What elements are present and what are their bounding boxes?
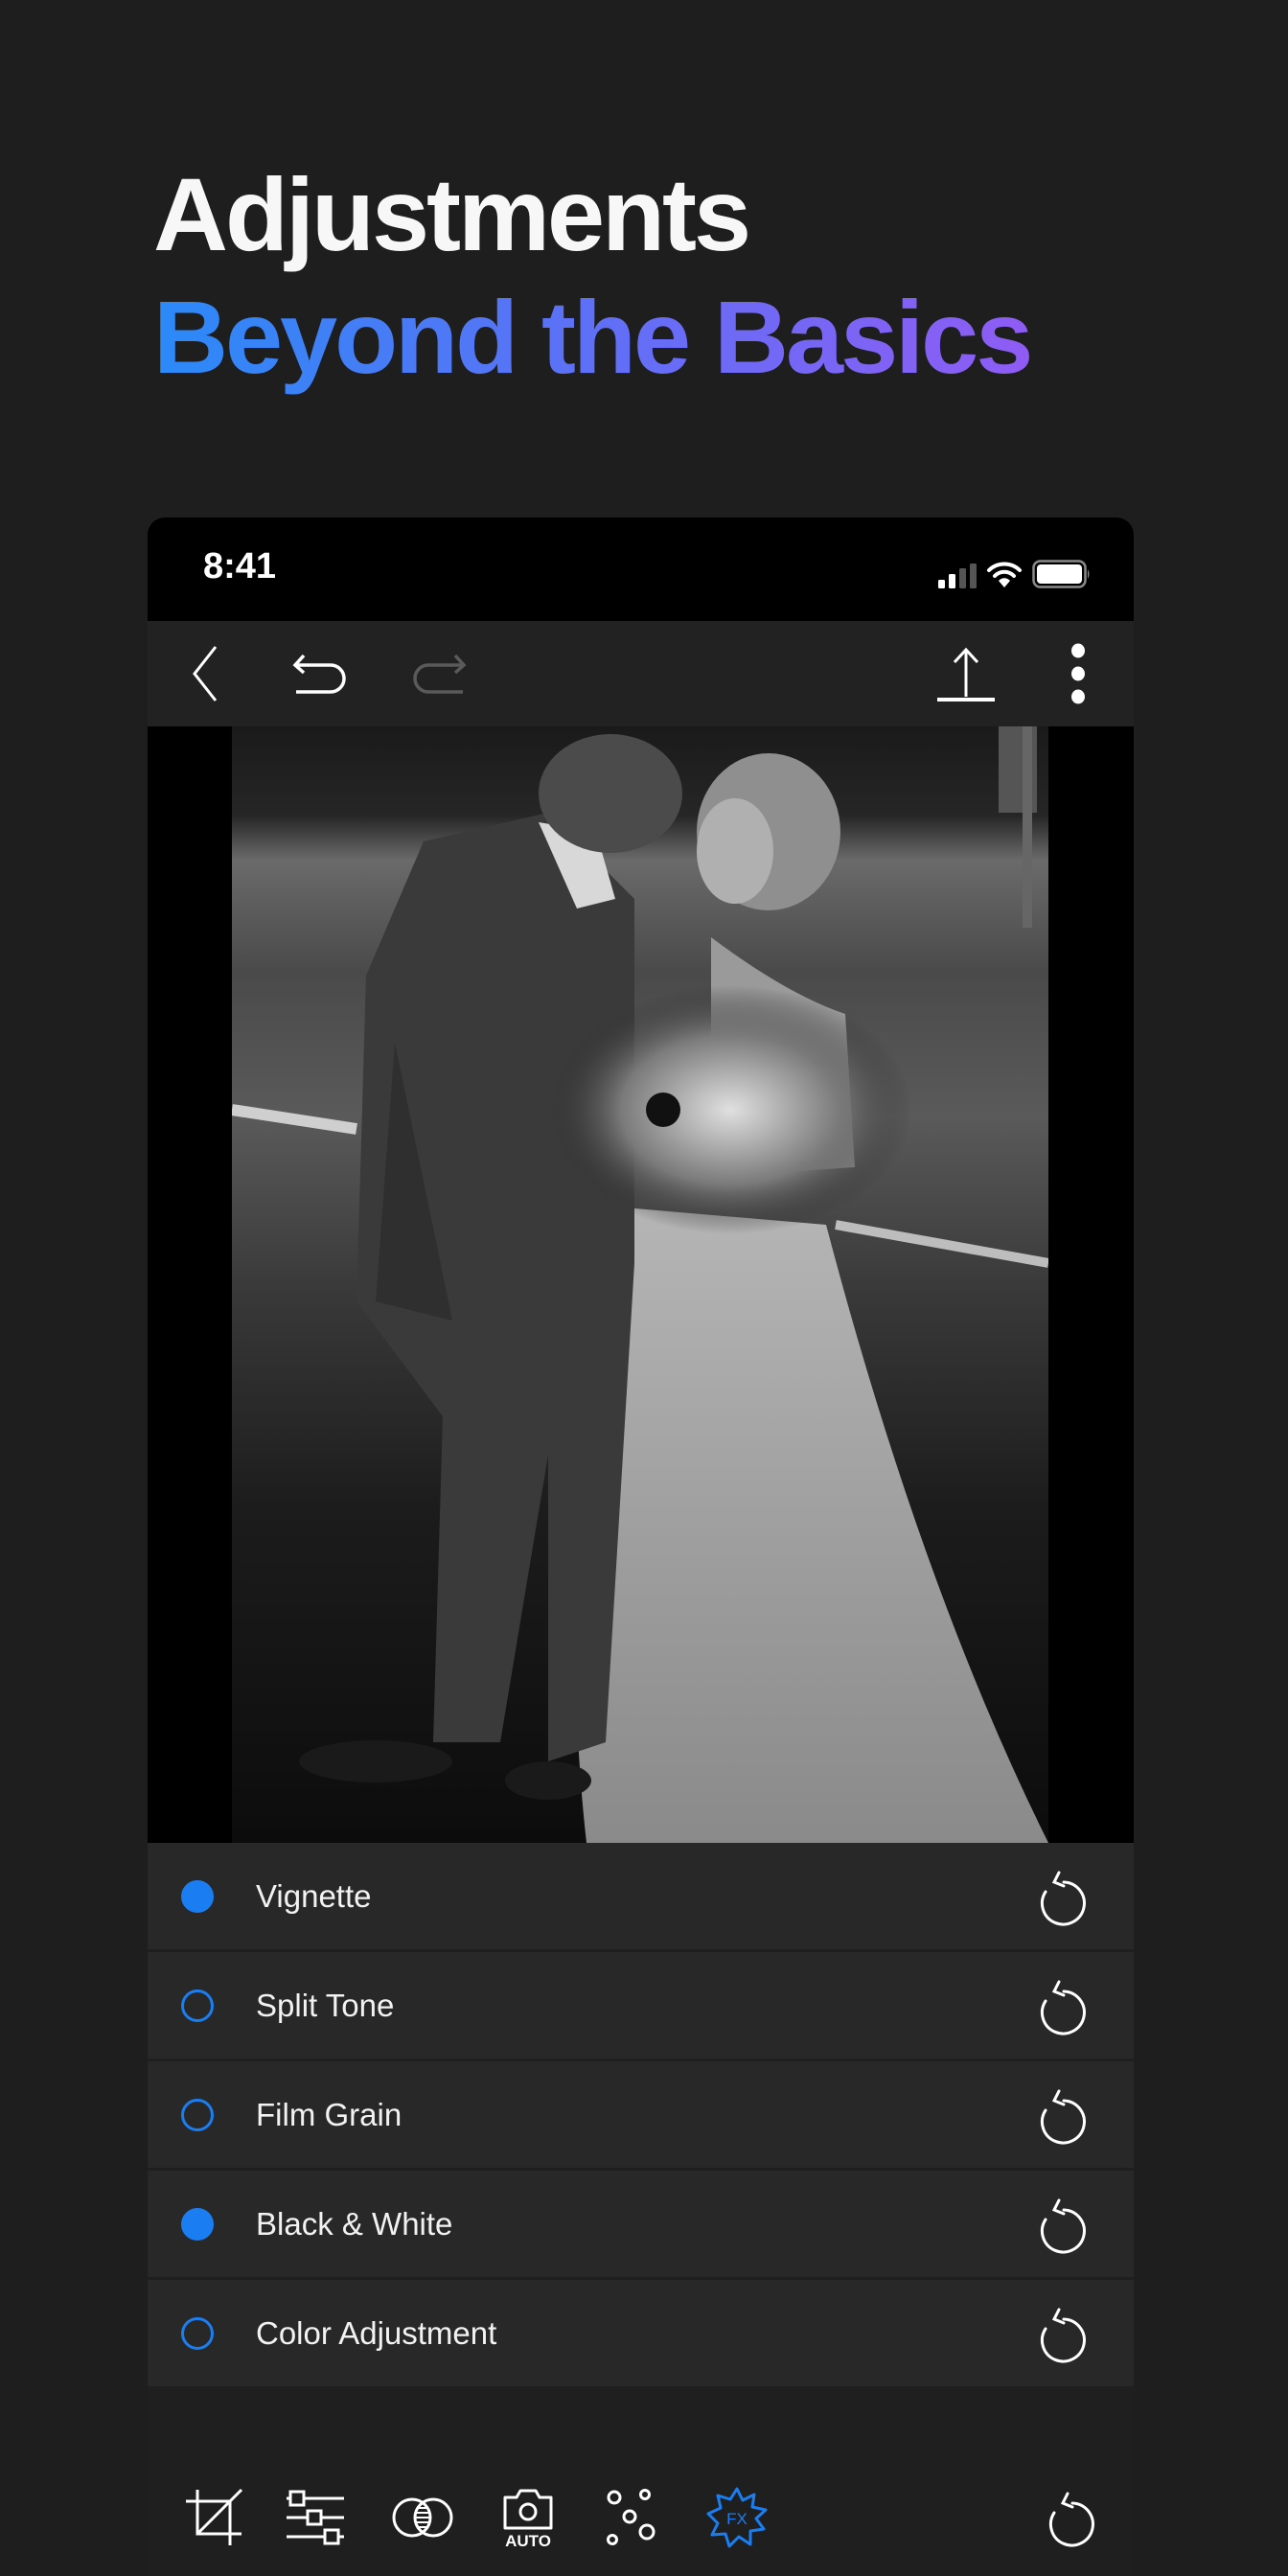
adjustment-row-split-tone[interactable]: Split Tone <box>148 1952 1134 2058</box>
auto-tool-button[interactable]: AUTO <box>494 2484 562 2551</box>
wedding-photo-image <box>232 726 1048 1843</box>
reset-icon[interactable] <box>1030 2085 1086 2145</box>
adjustment-label: Split Tone <box>256 1987 395 2023</box>
fx-icon: FX <box>706 2487 768 2548</box>
adjustment-row-black-white[interactable]: Black & White <box>148 2171 1134 2277</box>
chevron-left-icon <box>193 646 218 702</box>
toggle-radio[interactable] <box>181 1989 214 2022</box>
reset-all-button[interactable] <box>1033 2484 1100 2551</box>
edited-photo <box>232 726 1048 1843</box>
share-button[interactable] <box>928 621 1004 726</box>
adjustment-row-color-adjustment[interactable]: Color Adjustment <box>148 2280 1134 2386</box>
auto-camera-icon: AUTO <box>503 2489 553 2549</box>
fx-tool-button[interactable]: FX <box>703 2484 770 2551</box>
headline-line-1: Adjustments <box>153 156 751 272</box>
adjustment-label: Black & White <box>256 2205 453 2242</box>
reset-icon <box>1048 2492 1094 2547</box>
adjustment-row-vignette[interactable]: Vignette <box>148 1843 1134 1949</box>
toggle-radio[interactable] <box>181 2098 214 2131</box>
back-button[interactable] <box>176 621 234 726</box>
reset-icon[interactable] <box>1030 1976 1086 2036</box>
signal-icon <box>938 564 977 588</box>
blend-tool-button[interactable] <box>389 2484 456 2551</box>
adjustments-list: Vignette Split Tone Film Grain Black & W… <box>148 1843 1134 2389</box>
dots-tool-button[interactable] <box>598 2484 665 2551</box>
crop-icon <box>186 2488 243 2545</box>
undo-icon <box>292 654 346 694</box>
svg-text:AUTO: AUTO <box>505 2532 551 2549</box>
share-upload-icon <box>937 647 995 702</box>
battery-full-icon <box>1032 560 1090 588</box>
phone-screen: 8:41 Vignette Split Tone Film Grain Blac… <box>148 518 1134 2576</box>
redo-icon <box>413 654 467 694</box>
photo-canvas[interactable] <box>148 726 1134 1843</box>
reset-icon[interactable] <box>1030 1867 1086 1926</box>
toggle-radio[interactable] <box>181 1879 214 1913</box>
adjustment-label: Vignette <box>256 1877 372 1914</box>
wifi-icon <box>987 562 1022 587</box>
reset-icon[interactable] <box>1030 2195 1086 2254</box>
adjustment-label: Film Grain <box>256 2096 402 2132</box>
toggle-radio[interactable] <box>181 2316 214 2350</box>
redo-button[interactable] <box>401 621 477 726</box>
sliders-icon <box>287 2490 344 2545</box>
adjustment-label: Color Adjustment <box>256 2314 497 2351</box>
undo-button[interactable] <box>282 621 358 726</box>
crop-tool-button[interactable] <box>180 2484 247 2551</box>
svg-text:FX: FX <box>726 2510 748 2528</box>
status-icons <box>938 554 1092 588</box>
adjust-tool-button[interactable] <box>282 2484 349 2551</box>
more-vertical-icon <box>1071 643 1085 704</box>
dots-icon <box>607 2489 656 2545</box>
toggle-radio[interactable] <box>181 2207 214 2241</box>
adjustment-row-film-grain[interactable]: Film Grain <box>148 2061 1134 2168</box>
headline: Adjustments Beyond the Basics <box>153 153 1033 399</box>
headline-line-2: Beyond the Basics <box>153 276 1033 399</box>
status-bar: 8:41 <box>148 518 1134 621</box>
bottom-tool-bar: AUTO FX <box>148 2388 1134 2576</box>
editor-toolbar <box>148 621 1134 726</box>
reset-icon[interactable] <box>1030 2304 1086 2363</box>
more-options-button[interactable] <box>1054 621 1102 726</box>
blend-icon <box>392 2497 453 2538</box>
status-time: 8:41 <box>203 546 277 586</box>
